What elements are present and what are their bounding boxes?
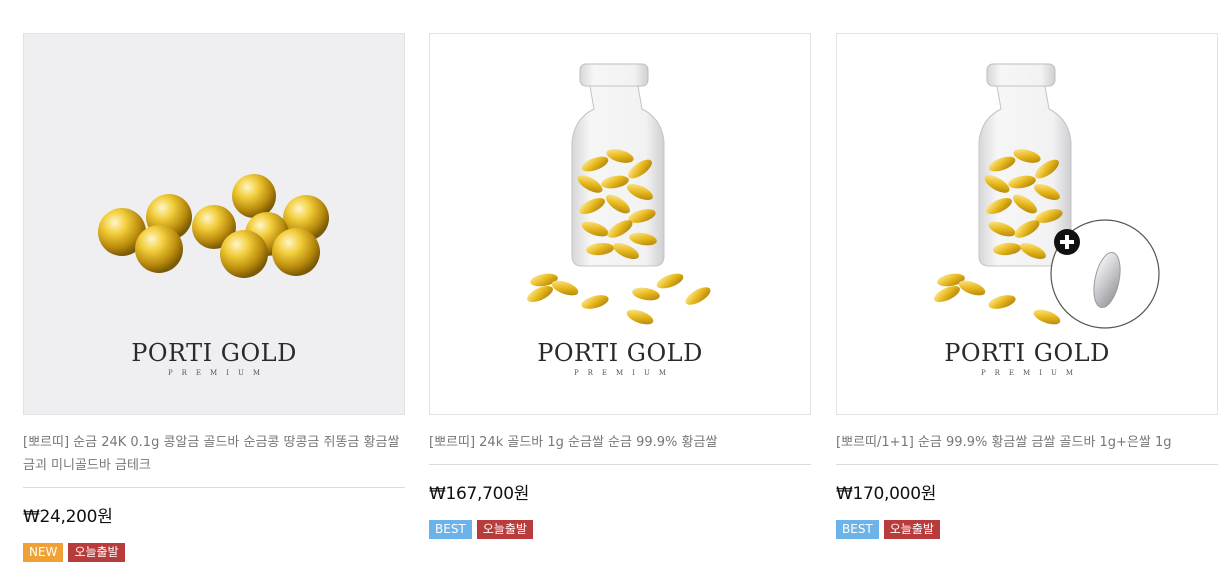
brand-logo: PORTI GOLD	[537, 339, 703, 367]
brand-subtitle: PREMIUM	[573, 369, 676, 377]
brand-subtitle: PREMIUM	[980, 369, 1083, 377]
best-badge: BEST	[836, 520, 879, 539]
product-price: ₩167,700원	[429, 484, 530, 504]
badge-list: BEST 오늘출발	[836, 520, 1218, 539]
divider	[23, 487, 405, 488]
product-price: ₩170,000원	[836, 484, 937, 504]
brand-logo: PORTI GOLD	[944, 339, 1110, 367]
brand-logo: PORTI GOLD	[131, 339, 297, 367]
divider	[429, 464, 811, 465]
today-shipping-badge: 오늘출발	[476, 520, 533, 539]
product-image[interactable]: PORTI GOLD PREMIUM	[23, 33, 405, 415]
today-shipping-badge: 오늘출발	[883, 520, 940, 539]
product-name[interactable]: [뽀르띠] 순금 24K 0.1g 콩알금 골드바 순금콩 땅콩금 쥐똥금 황금…	[23, 431, 405, 477]
product-card: PORTI GOLD PREMIUM [뽀르띠/1+1] 순금 99.9% 황금…	[836, 33, 1218, 539]
product-card: PORTI GOLD PREMIUM [뽀르띠] 순금 24K 0.1g 콩알금…	[23, 33, 405, 562]
best-badge: BEST	[429, 520, 472, 539]
product-image[interactable]: PORTI GOLD PREMIUM	[429, 33, 811, 415]
badge-list: NEW 오늘출발	[23, 543, 405, 562]
brand-subtitle: PREMIUM	[167, 369, 270, 377]
product-name[interactable]: [뽀르띠] 24k 골드바 1g 순금쌀 순금 99.9% 황금쌀	[429, 431, 811, 454]
today-shipping-badge: 오늘출발	[68, 543, 125, 562]
product-image[interactable]: PORTI GOLD PREMIUM	[836, 33, 1218, 415]
product-card: PORTI GOLD PREMIUM [뽀르띠] 24k 골드바 1g 순금쌀 …	[429, 33, 811, 539]
product-price: ₩24,200원	[23, 507, 113, 527]
divider	[836, 464, 1218, 465]
product-name[interactable]: [뽀르띠/1+1] 순금 99.9% 황금쌀 금쌀 골드바 1g+은쌀 1g	[836, 431, 1218, 454]
new-badge: NEW	[23, 543, 64, 562]
product-grid: PORTI GOLD PREMIUM [뽀르띠] 순금 24K 0.1g 콩알금…	[0, 0, 1225, 570]
badge-list: BEST 오늘출발	[429, 520, 811, 539]
